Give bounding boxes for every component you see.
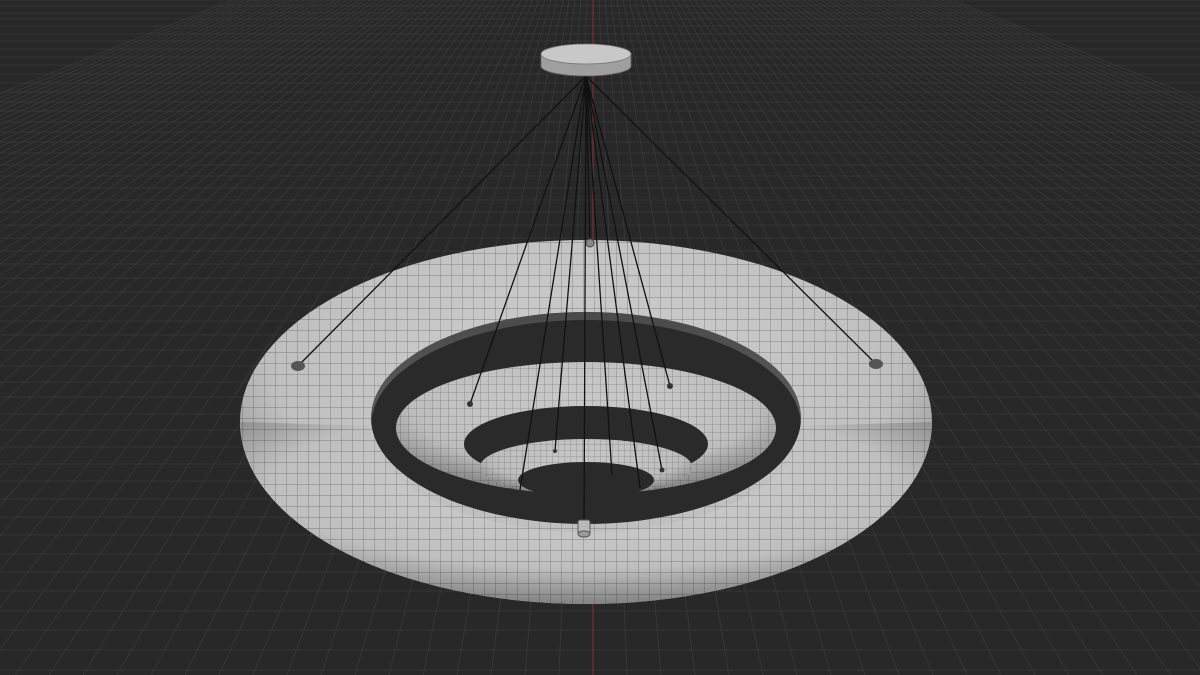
grid-line — [0, 0, 264, 116]
grid-line — [910, 0, 1200, 132]
grid-line — [0, 0, 294, 142]
grid-line — [844, 0, 1200, 205]
fixture-left — [291, 361, 305, 371]
grid-line — [934, 0, 1200, 113]
grid-line — [0, 0, 324, 174]
grid-line — [940, 0, 1200, 109]
ceiling-canopy[interactable] — [540, 43, 632, 77]
fixture-mid-right — [667, 383, 673, 389]
grid-line — [916, 0, 1200, 127]
grid-line — [0, 0, 312, 160]
grid-line — [868, 0, 1200, 174]
grid-line — [850, 0, 1200, 197]
grid-line — [0, 0, 258, 112]
fixture-mid-left — [467, 401, 473, 407]
3d-viewport[interactable] — [0, 0, 1200, 675]
grid-line — [856, 0, 1200, 189]
grid-line — [0, 0, 246, 103]
grid-line — [874, 0, 1200, 168]
fixture-inner-left — [553, 449, 557, 453]
grid-line — [880, 0, 1200, 161]
viewport-canvas[interactable] — [0, 0, 1200, 675]
grid-line — [0, 0, 300, 148]
fixture-right — [869, 359, 883, 369]
grid-line — [0, 0, 240, 99]
fixture-inner-right — [659, 467, 665, 473]
fixture-center-pendant — [577, 519, 591, 538]
fixture-top — [585, 238, 595, 248]
grid-line — [0, 0, 318, 167]
torus-inner-hole — [518, 462, 654, 498]
